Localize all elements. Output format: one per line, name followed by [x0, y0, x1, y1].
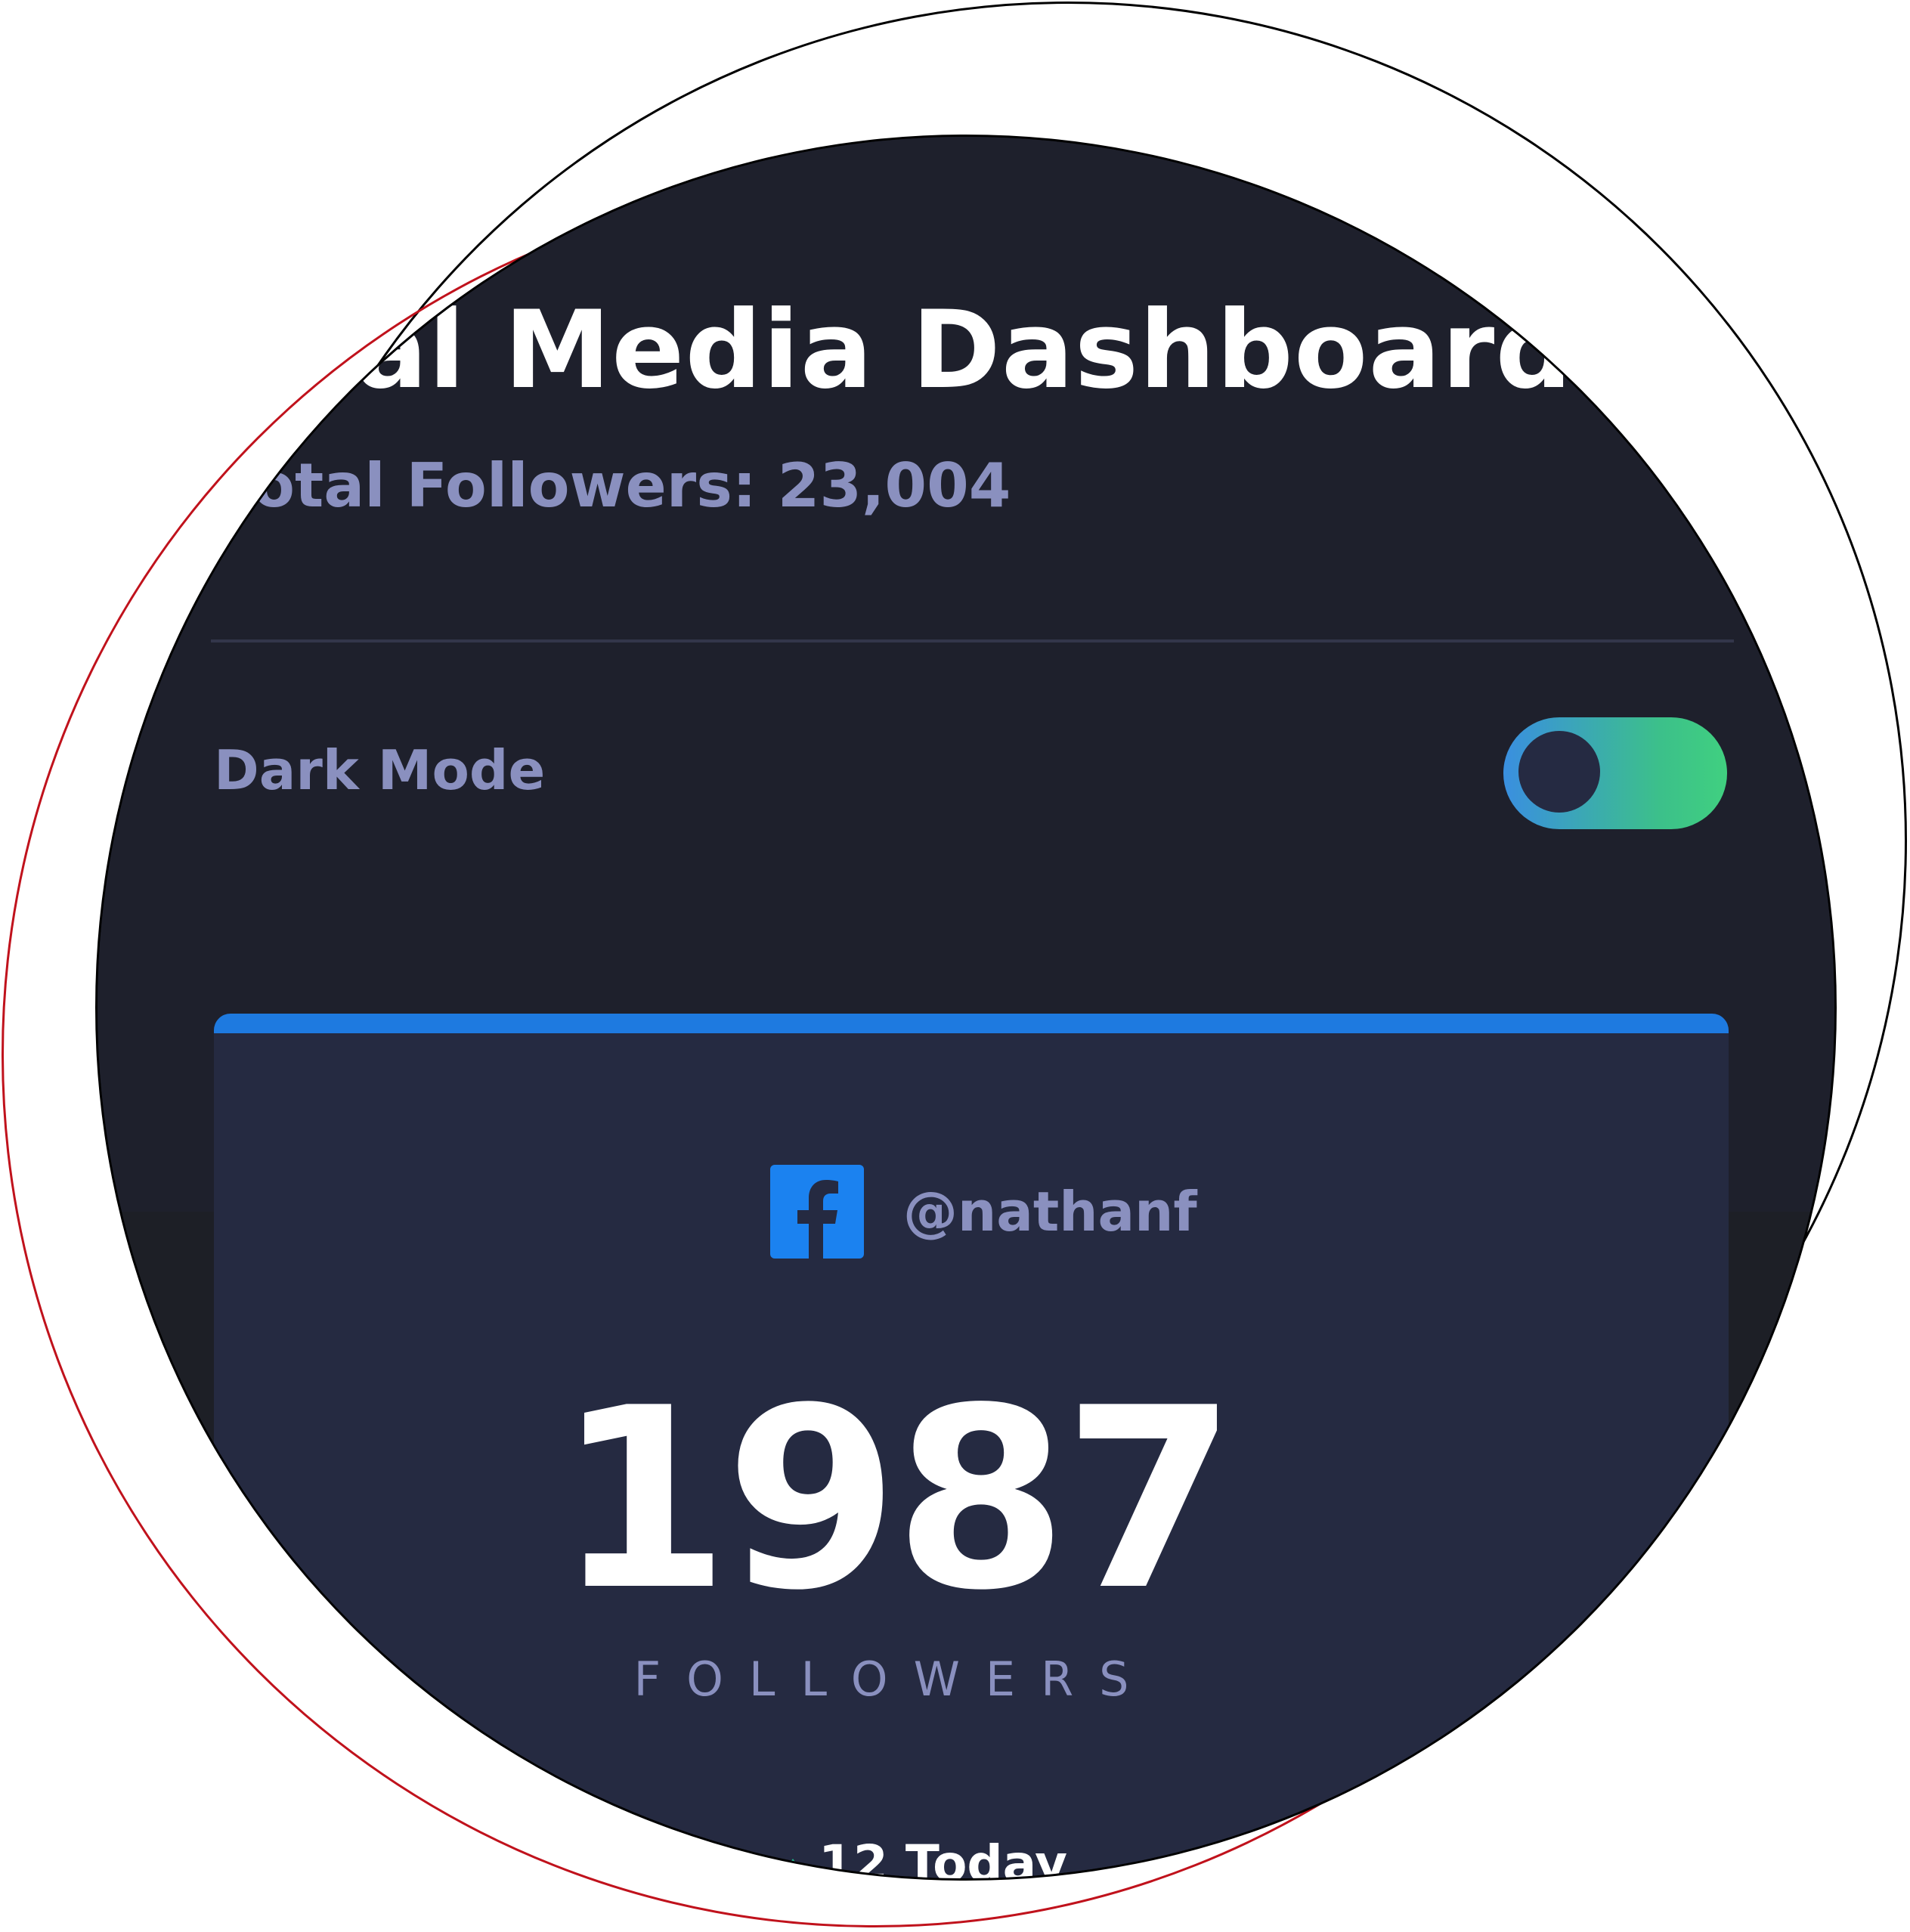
follower-count-label: FOLLOWERS [633, 1652, 1155, 1707]
facebook-icon [770, 1165, 864, 1259]
magnifier-lens: cial Media Dashboard otal Followers: 23,… [95, 135, 1837, 1881]
page-title: cial Media Dashboard [253, 288, 1573, 413]
toggle-knob [1518, 731, 1600, 813]
dark-mode-label: Dark Mode [214, 738, 546, 802]
account-handle[interactable]: @nathanf [903, 1184, 1197, 1239]
follower-count: 1987 [556, 1355, 1237, 1645]
dashboard-view: cial Media Dashboard otal Followers: 23,… [98, 137, 1834, 1881]
today-change: 12 Today [819, 1834, 1068, 1881]
dark-mode-toggle[interactable] [1503, 717, 1727, 829]
total-followers: otal Followers: 23,004 [253, 450, 1011, 521]
stage: cial Media Dashboard otal Followers: 23,… [0, 0, 1910, 1932]
up-arrow-icon [785, 1859, 800, 1869]
card-accent-bar [214, 1014, 1729, 1033]
header-divider [211, 639, 1734, 642]
facebook-followers-card[interactable]: @nathanf 1987 FOLLOWERS 12 Today [214, 1014, 1729, 1881]
